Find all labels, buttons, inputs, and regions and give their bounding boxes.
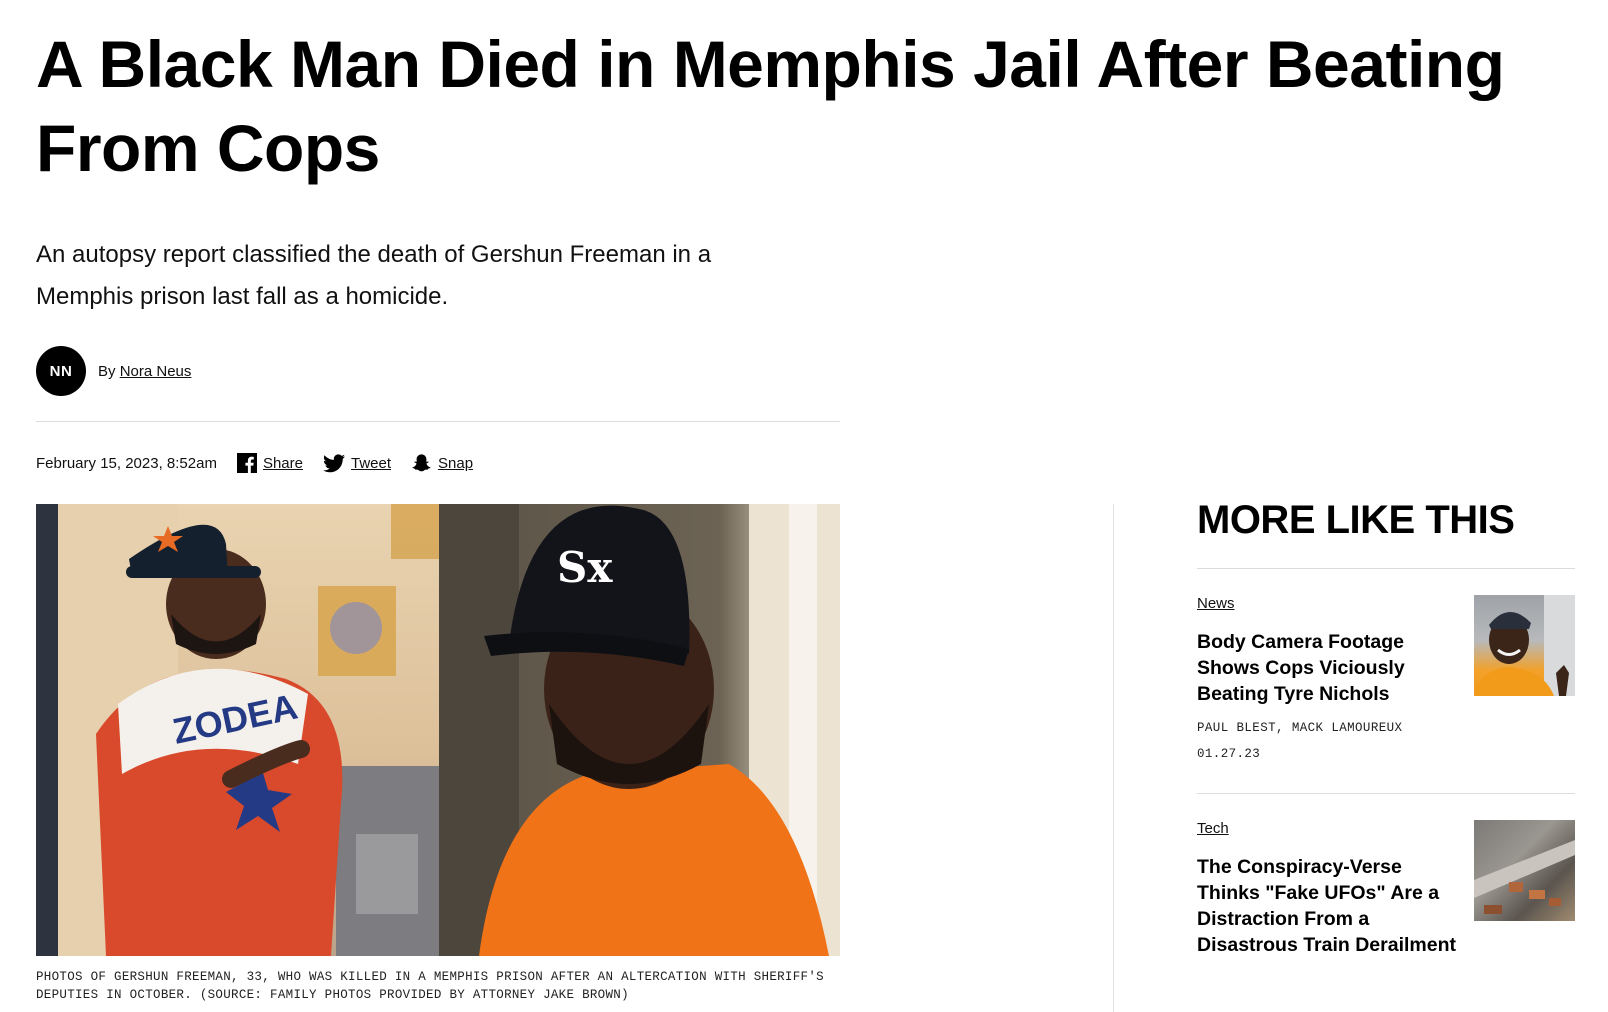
more-like-this-sidebar: More like this News Body Camera Footage … — [1197, 500, 1575, 1012]
hero-photo-right-illustration: Sx — [439, 504, 840, 956]
facebook-icon — [236, 453, 257, 473]
story-category-link[interactable]: Tech — [1197, 820, 1229, 837]
author-link[interactable]: Nora Neus — [120, 363, 192, 380]
snapchat-icon — [412, 453, 431, 471]
hero-photo-left-illustration: ZODEA — [36, 504, 439, 956]
article-hero-photo: ZODEA Sx — [36, 504, 840, 956]
byline-prefix: By — [98, 362, 116, 380]
hero-photo-right: Sx — [439, 504, 840, 956]
story-thumbnail[interactable] — [1474, 820, 1575, 921]
byline-text: By Nora Neus — [98, 363, 191, 380]
story-thumbnail[interactable] — [1474, 595, 1575, 696]
byline: NN By Nora Neus — [36, 346, 191, 396]
hero-photo-left: ZODEA — [36, 504, 439, 956]
byline-divider — [36, 421, 840, 422]
story-authors: PAUL BLEST, MACK LAMOUREUX — [1197, 721, 1403, 735]
twitter-share-button[interactable]: Tweet — [322, 453, 392, 473]
twitter-share-label: Tweet — [350, 454, 392, 472]
more-like-this-heading: More like this — [1197, 498, 1515, 542]
facebook-share-button[interactable]: Share — [236, 453, 303, 473]
publish-date: February 15, 2023, 8:52am — [36, 454, 217, 472]
twitter-icon — [322, 453, 345, 472]
related-story[interactable]: Tech The Conspiracy-Verse Thinks "Fake U… — [1197, 794, 1575, 1012]
author-avatar[interactable]: NN — [36, 346, 86, 396]
article-meta: February 15, 2023, 8:52am Share Tweet Sn… — [36, 449, 493, 477]
story-title-link[interactable]: Body Camera Footage Shows Cops Viciously… — [1197, 629, 1467, 707]
story-thumbnail-image — [1474, 595, 1575, 696]
story-title-link[interactable]: The Conspiracy-Verse Thinks "Fake UFOs" … — [1197, 854, 1467, 958]
snapchat-share-label: Snap — [438, 454, 474, 472]
related-story[interactable]: News Body Camera Footage Shows Cops Vici… — [1197, 569, 1575, 793]
article-headline: A Black Man Died in Memphis Jail After B… — [36, 27, 1505, 185]
story-thumbnail-image — [1474, 840, 1575, 914]
story-category-link[interactable]: News — [1197, 595, 1235, 612]
article-dek: An autopsy report classified the death o… — [36, 241, 712, 310]
photo-caption: PHOTOS OF GERSHUN FREEMAN, 33, WHO WAS K… — [36, 970, 824, 1002]
facebook-share-label: Share — [262, 454, 303, 472]
svg-text:Sx: Sx — [557, 543, 613, 592]
snapchat-share-button[interactable]: Snap — [411, 453, 473, 474]
story-date: 01.27.23 — [1197, 747, 1261, 761]
sidebar-divider — [1113, 504, 1114, 1012]
